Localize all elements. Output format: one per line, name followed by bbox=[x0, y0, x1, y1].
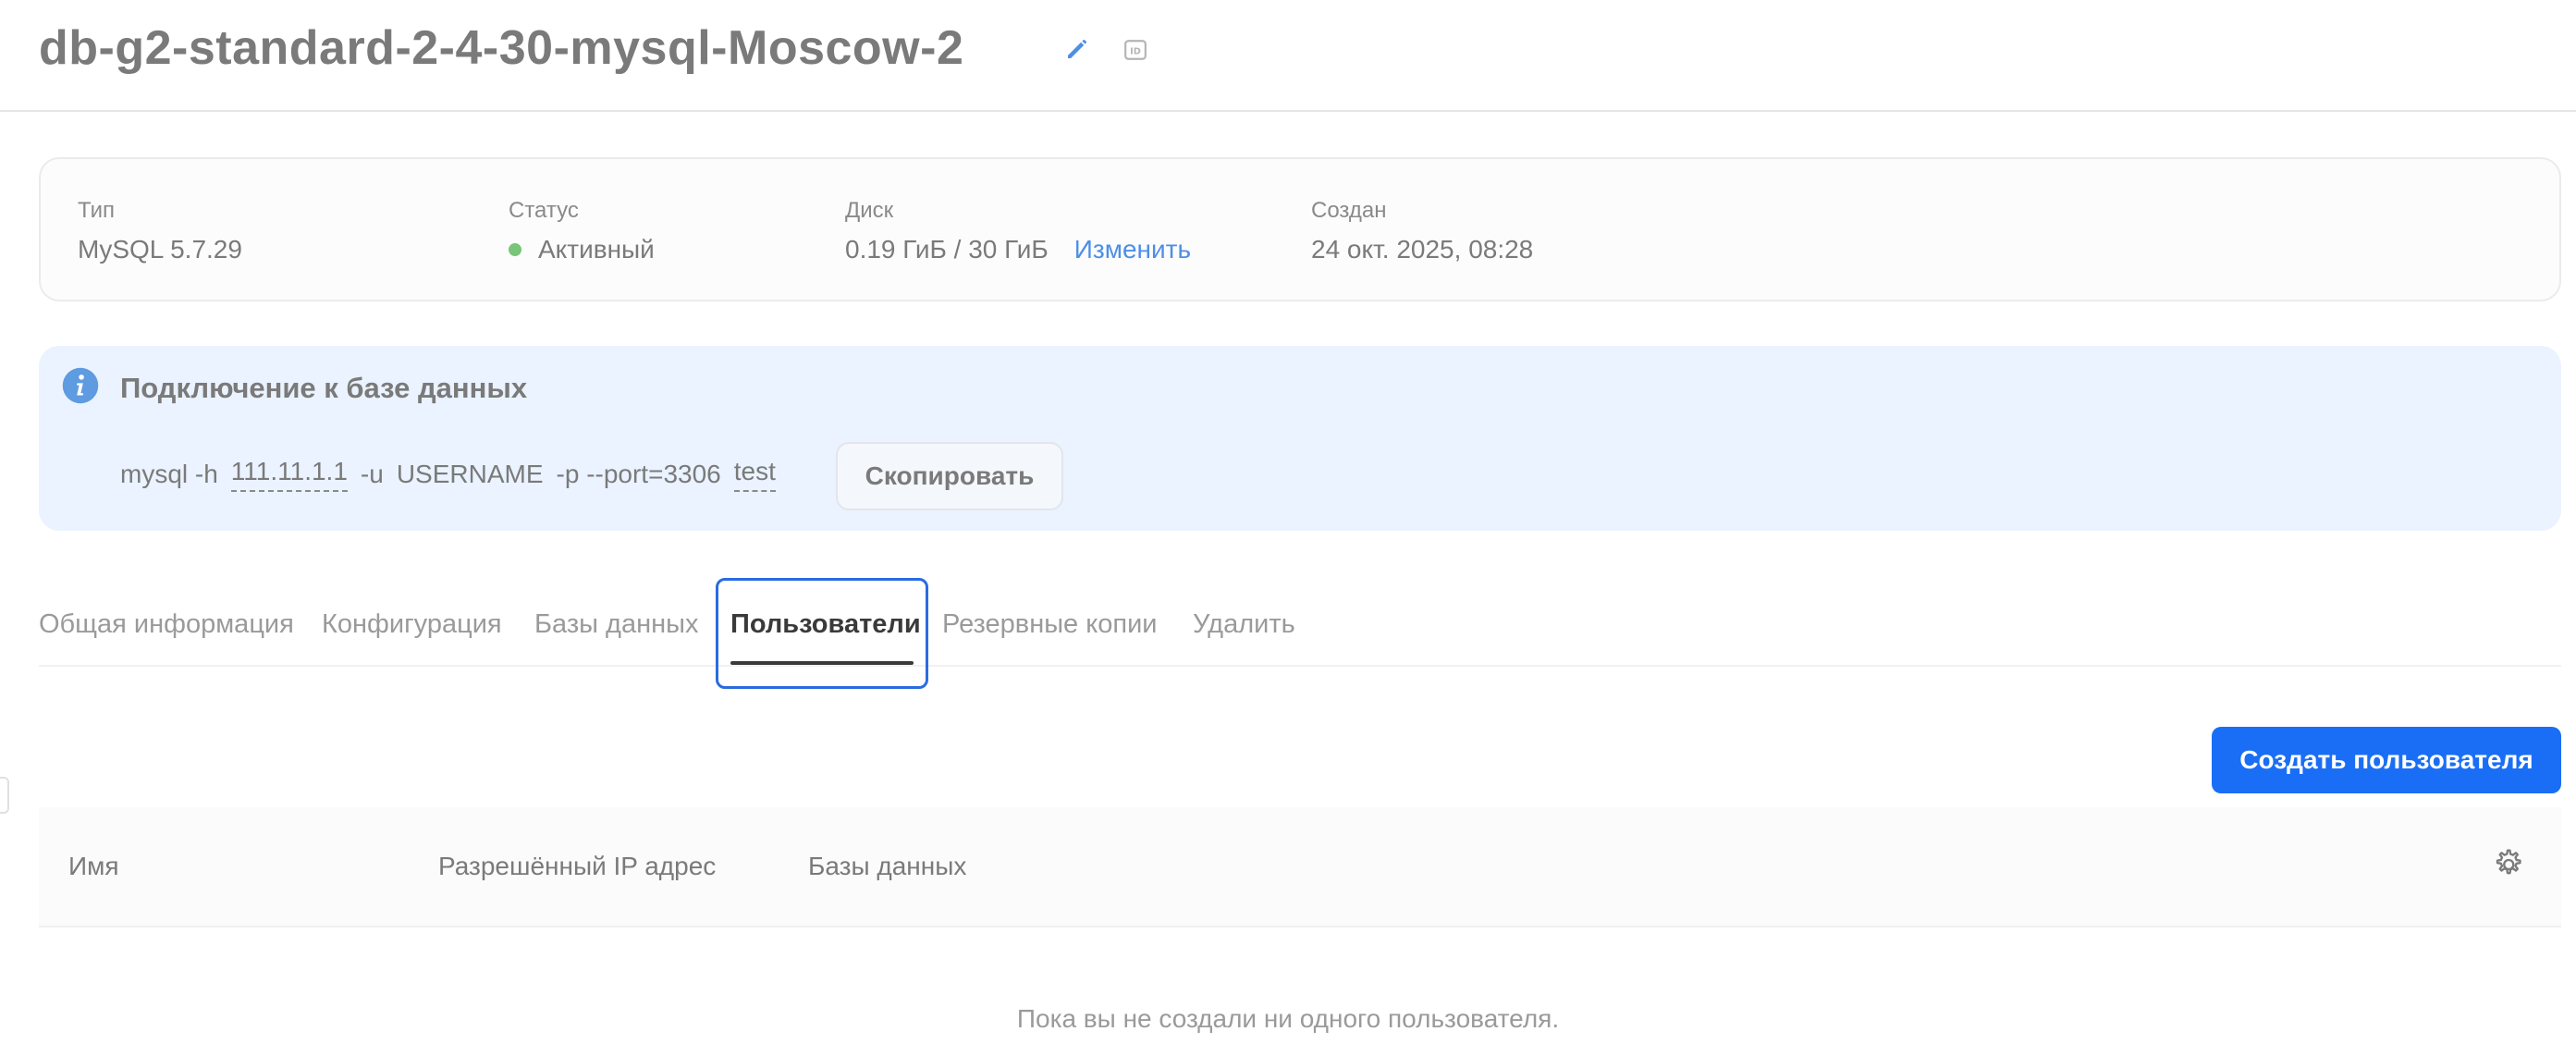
disk-label: Диск bbox=[845, 198, 894, 223]
host-value[interactable]: 111.11.1.1 bbox=[230, 457, 348, 492]
connection-command: mysql -h 111.11.1.1 -u USERNAME -p --por… bbox=[120, 457, 789, 492]
cmd-rest: -p --port=3306 bbox=[556, 460, 721, 488]
user-flag: -u bbox=[360, 460, 384, 488]
database-value[interactable]: test bbox=[733, 457, 776, 492]
column-allowed-ip: Разрешённый IP адрес bbox=[438, 852, 717, 880]
status-label: Статус bbox=[509, 198, 579, 223]
empty-users-message: Пока вы не создали ни одного пользовател… bbox=[1016, 1004, 1560, 1033]
instance-info-card: Тип MySQL 5.7.29 Статус Активный Диск 0.… bbox=[39, 157, 2561, 301]
copy-button[interactable]: Скопировать bbox=[836, 442, 1063, 510]
column-databases: Базы данных bbox=[808, 852, 967, 880]
type-value: MySQL 5.7.29 bbox=[78, 235, 242, 264]
id-icon[interactable]: ID bbox=[1123, 38, 1147, 62]
tab-users[interactable]: Пользователи bbox=[730, 609, 921, 640]
connection-box: Подключение к базе данных mysql -h 111.1… bbox=[39, 346, 2561, 531]
tab-configuration[interactable]: Конфигурация bbox=[322, 609, 502, 640]
info-type: Тип MySQL 5.7.29 bbox=[78, 198, 242, 264]
tab-delete[interactable]: Удалить bbox=[1193, 609, 1295, 640]
info-created: Создан 24 окт. 2025, 08:28 bbox=[1311, 198, 1533, 264]
disk-value: 0.19 ГиБ / 30 ГиБ Изменить bbox=[845, 235, 1192, 264]
type-label: Тип bbox=[78, 198, 116, 223]
info-disk: Диск 0.19 ГиБ / 30 ГиБ Изменить bbox=[845, 198, 1191, 264]
username-value: USERNAME bbox=[396, 460, 544, 488]
page-title: db-g2-standard-2-4-30-mysql-Moscow-2 bbox=[39, 21, 964, 75]
tab-bar: Общая информация Конфигурация Базы данны… bbox=[39, 578, 2561, 689]
status-value: Активный bbox=[509, 235, 655, 264]
tab-databases[interactable]: Базы данных bbox=[534, 609, 698, 640]
gear-icon[interactable] bbox=[2489, 846, 2526, 883]
created-label: Создан bbox=[1311, 198, 1387, 223]
connection-title: Подключение к базе данных bbox=[120, 372, 528, 404]
sidebar-toggle-handle[interactable] bbox=[0, 777, 9, 814]
created-value: 24 окт. 2025, 08:28 bbox=[1311, 235, 1534, 264]
users-table-header: Имя Разрешённый IP адрес Базы данных bbox=[39, 807, 2561, 927]
column-name: Имя bbox=[68, 852, 119, 880]
status-dot-icon bbox=[509, 243, 521, 256]
tab-general[interactable]: Общая информация bbox=[39, 609, 294, 640]
tab-active-indicator bbox=[730, 661, 914, 665]
cmd-prefix: mysql -h bbox=[120, 460, 218, 488]
info-icon bbox=[62, 367, 99, 404]
info-status: Статус Активный bbox=[509, 198, 655, 264]
edit-icon[interactable] bbox=[1063, 35, 1091, 63]
page-header: db-g2-standard-2-4-30-mysql-Moscow-2 ID bbox=[0, 0, 2576, 112]
create-user-button[interactable]: Создать пользователя bbox=[2212, 727, 2561, 793]
tab-backups[interactable]: Резервные копии bbox=[942, 609, 1157, 640]
svg-text:ID: ID bbox=[1130, 46, 1141, 56]
change-disk-link[interactable]: Изменить bbox=[1074, 235, 1191, 264]
